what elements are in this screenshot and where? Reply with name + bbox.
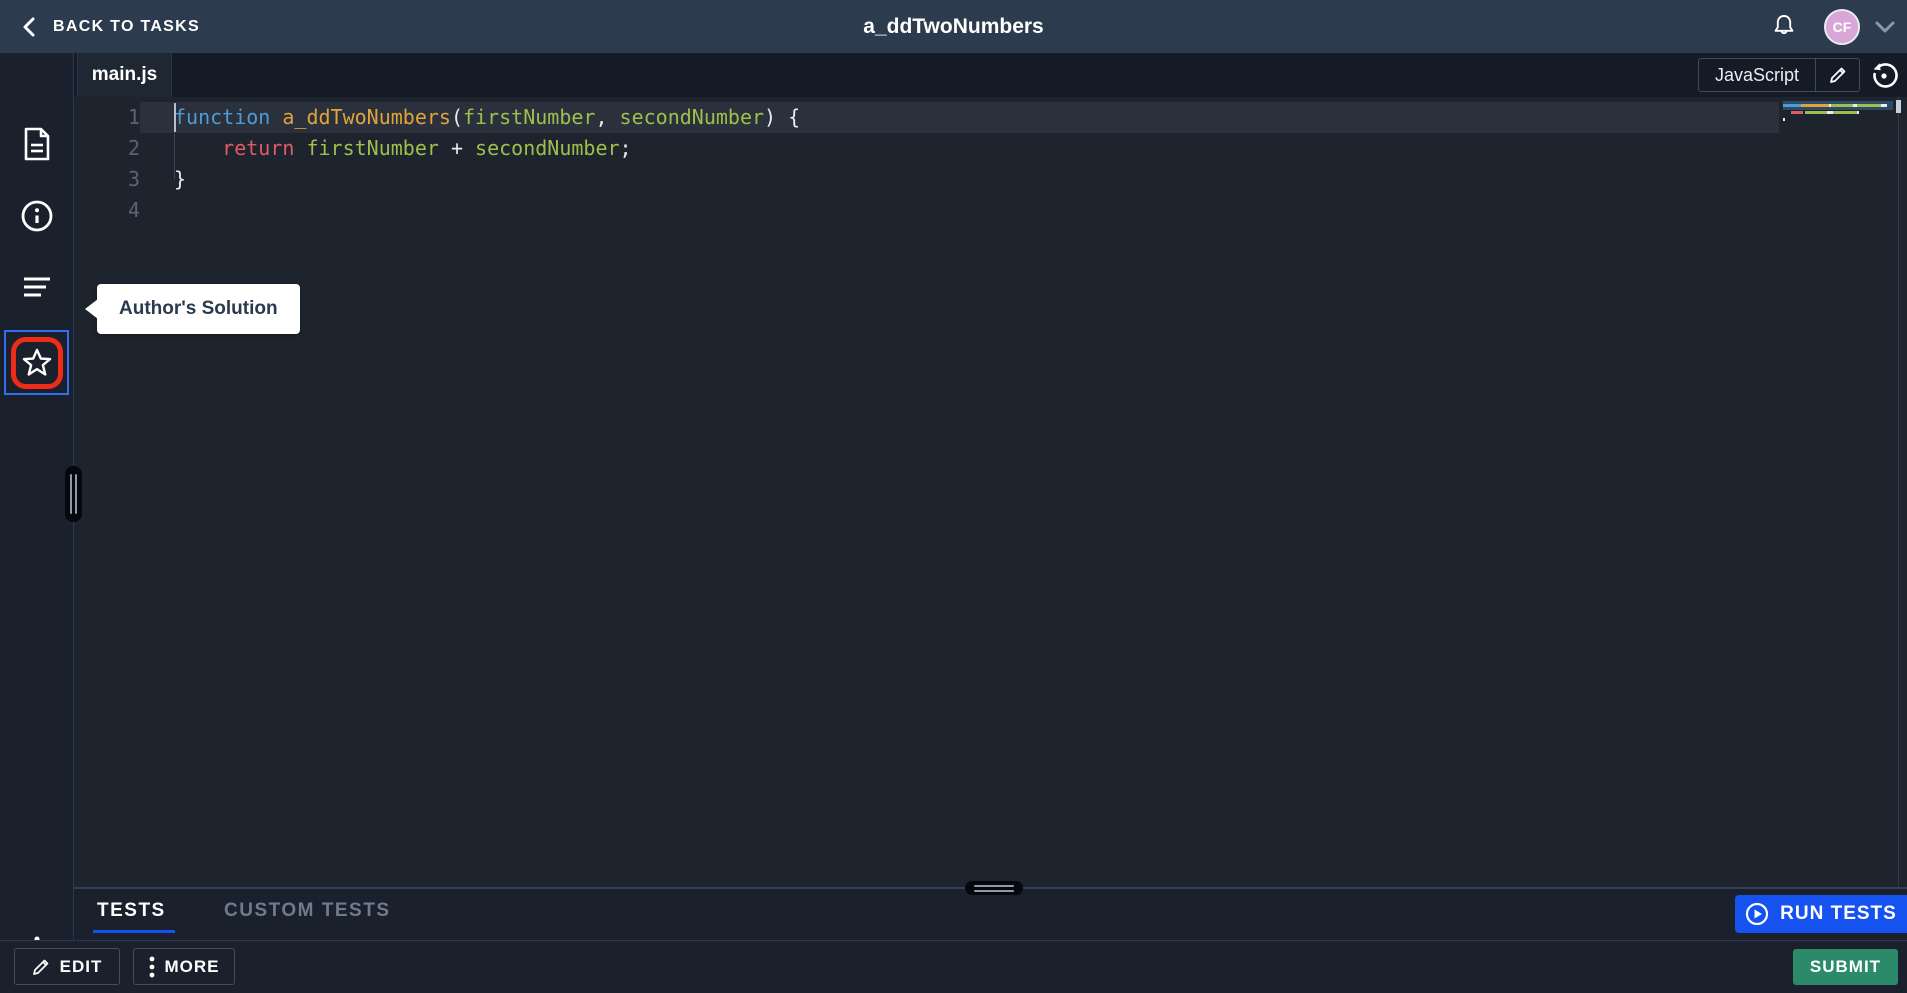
language-label: JavaScript bbox=[1699, 59, 1815, 91]
tab-tests[interactable]: TESTS bbox=[97, 889, 166, 933]
topbar: BACK TO TASKS a_ddTwoNumbers CF bbox=[0, 0, 1907, 53]
active-tab-underline bbox=[93, 930, 175, 933]
tooltip-label: Author's Solution bbox=[119, 298, 278, 320]
reset-code-button[interactable] bbox=[1868, 60, 1900, 92]
file-icon bbox=[22, 127, 52, 161]
tab-tests-label: TESTS bbox=[97, 900, 166, 922]
notifications-button[interactable] bbox=[1767, 10, 1801, 44]
editor-tabbar: main.js JavaScript bbox=[74, 53, 1907, 97]
submit-label: SUBMIT bbox=[1810, 957, 1881, 977]
gutter: 1234 bbox=[74, 102, 140, 226]
submit-button[interactable]: SUBMIT bbox=[1793, 949, 1898, 985]
topbar-right: CF bbox=[1767, 0, 1895, 53]
sidebar-item-authors-solution[interactable] bbox=[4, 330, 69, 395]
code-line-2[interactable]: return firstNumber + secondNumber; bbox=[140, 133, 1779, 164]
tab-label: main.js bbox=[92, 64, 157, 86]
list-icon bbox=[21, 274, 53, 300]
text-cursor bbox=[174, 103, 176, 132]
tests-panel: TESTS CUSTOM TESTS RUN TESTS bbox=[74, 889, 1907, 940]
more-label: MORE bbox=[165, 957, 220, 977]
run-tests-button[interactable]: RUN TESTS bbox=[1735, 895, 1907, 933]
bell-icon bbox=[1771, 13, 1797, 41]
tab-main-js[interactable]: main.js bbox=[77, 53, 172, 97]
chevron-down-icon[interactable] bbox=[1875, 21, 1895, 33]
code-lines: function a_ddTwoNumbers(firstNumber, sec… bbox=[140, 102, 1779, 226]
info-icon bbox=[20, 199, 54, 233]
minimap[interactable] bbox=[1783, 104, 1893, 132]
tab-custom-tests[interactable]: CUSTOM TESTS bbox=[224, 889, 391, 933]
edit-button[interactable]: EDIT bbox=[14, 948, 120, 985]
edit-label: EDIT bbox=[60, 957, 103, 977]
reset-icon bbox=[1870, 62, 1898, 90]
language-edit-button[interactable] bbox=[1815, 59, 1859, 91]
avatar[interactable]: CF bbox=[1824, 9, 1860, 45]
more-button[interactable]: MORE bbox=[133, 948, 235, 985]
avatar-initials: CF bbox=[1833, 19, 1852, 35]
sidebar-item-instructions[interactable] bbox=[0, 188, 73, 244]
sidebar-item-activity-log[interactable] bbox=[0, 259, 73, 315]
bottom-action-bar: EDIT MORE SUBMIT bbox=[0, 940, 1907, 993]
code-line-4[interactable] bbox=[140, 195, 1779, 226]
vertical-resize-handle[interactable] bbox=[65, 466, 82, 522]
scrollbar-track bbox=[1898, 97, 1899, 888]
highlight-ring bbox=[11, 337, 63, 389]
horizontal-resize-handle[interactable] bbox=[965, 881, 1023, 895]
play-circle-icon bbox=[1745, 902, 1769, 926]
sidebar-item-files[interactable] bbox=[0, 116, 73, 172]
language-selector: JavaScript bbox=[1698, 58, 1860, 92]
sidebar bbox=[0, 53, 74, 940]
page-title: a_ddTwoNumbers bbox=[0, 0, 1907, 53]
kebab-menu-icon bbox=[149, 956, 155, 978]
tab-custom-tests-label: CUSTOM TESTS bbox=[224, 900, 391, 922]
pencil-icon bbox=[32, 958, 50, 976]
pencil-icon bbox=[1829, 66, 1847, 84]
code-line-3[interactable]: } bbox=[140, 164, 1779, 195]
code-editor[interactable]: 1234 function a_ddTwoNumbers(firstNumber… bbox=[74, 97, 1907, 888]
star-icon bbox=[21, 347, 53, 379]
run-tests-label: RUN TESTS bbox=[1780, 903, 1897, 925]
scrollbar-thumb[interactable] bbox=[1896, 100, 1901, 113]
code-line-1[interactable]: function a_ddTwoNumbers(firstNumber, sec… bbox=[140, 102, 1779, 133]
authors-solution-tooltip: Author's Solution bbox=[97, 284, 300, 334]
indent-guide bbox=[174, 133, 175, 179]
